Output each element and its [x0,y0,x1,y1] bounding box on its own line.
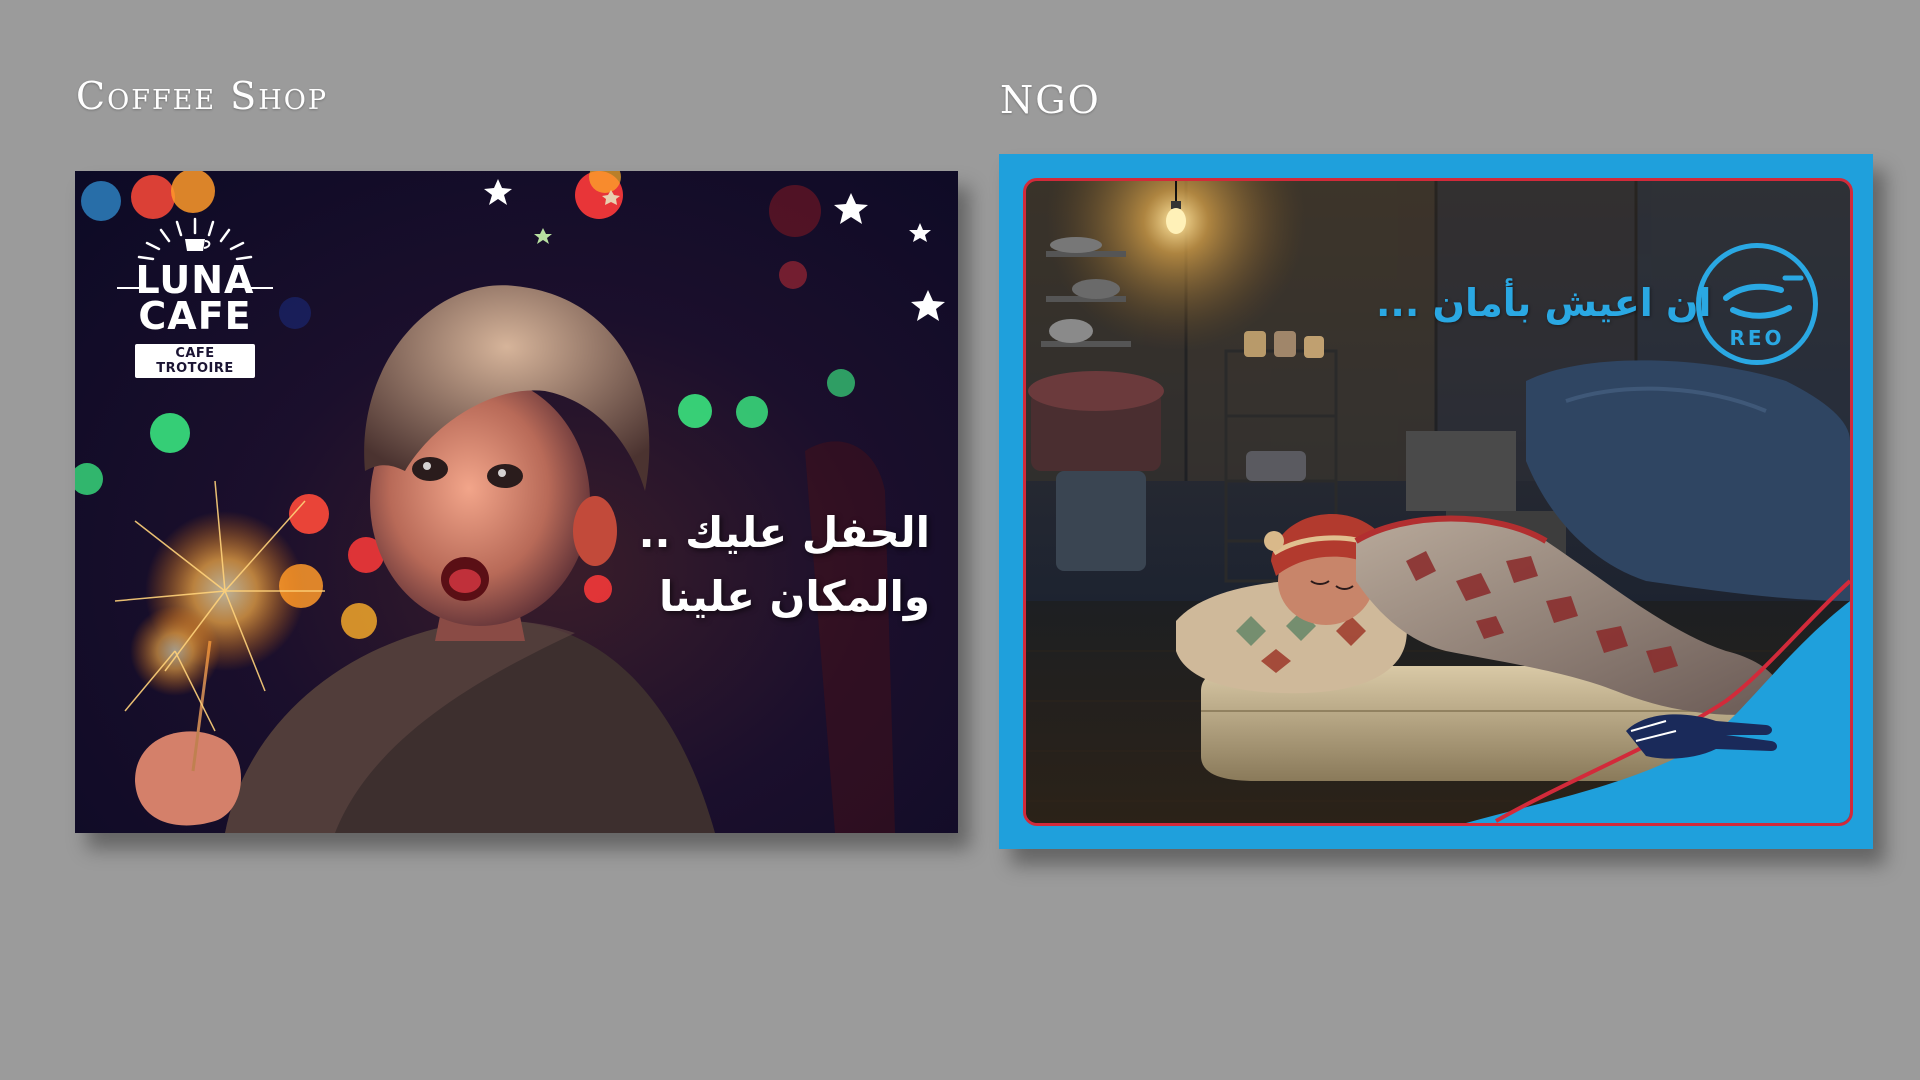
ngo-headline: ان اعيش بأمان ... [1376,281,1712,325]
cafe-headline-line1: الحفل عليك .. [638,508,930,557]
cafe-headline: الحفل عليك .. والمكان علينا [639,501,930,629]
section-label-coffee-shop: Coffee Shop [76,74,329,118]
luna-cafe-logo: LUNA CAFE CAFE TROTOIRE [115,211,275,378]
coffee-shop-ad-card: LUNA CAFE CAFE TROTOIRE الحفل عليك .. وا… [75,171,958,833]
page: Coffee Shop NGO LUNA CAFE CAFE TROTOIRE … [0,0,1920,1080]
cafe-headline-line2: والمكان علينا [659,572,930,621]
reo-logo: REO [1696,243,1818,365]
logo-text-cafe: CAFE [138,294,252,338]
section-label-ngo: NGO [1000,78,1101,122]
storage-box [1406,431,1516,511]
reo-logo-text: REO [1729,326,1785,350]
ngo-ad-photo-frame: ان اعيش بأمان ... REO [1023,178,1853,826]
ngo-ad-card: ان اعيش بأمان ... REO [999,154,1873,849]
logo-subtitle: CAFE TROTOIRE [135,344,255,378]
